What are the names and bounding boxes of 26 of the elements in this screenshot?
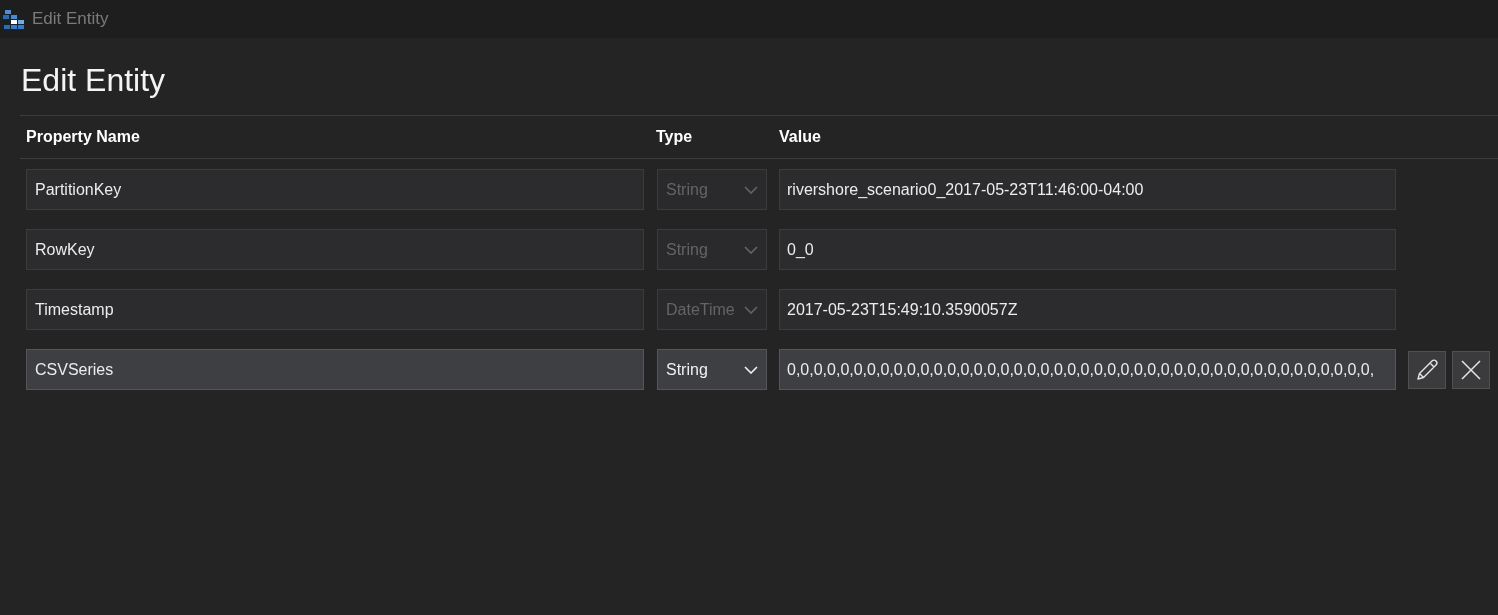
- type-dropdown: String: [657, 229, 767, 270]
- column-header: Value: [779, 128, 822, 146]
- pencil-icon: [1415, 357, 1439, 382]
- type-dropdown: DateTime: [657, 289, 767, 330]
- column-header: Type: [656, 128, 694, 146]
- type-dropdown: String: [657, 169, 767, 210]
- edit-button[interactable]: [1408, 350, 1446, 389]
- chevron-down-icon: [744, 305, 758, 314]
- blocks-icon: [3, 10, 25, 30]
- chevron-down-icon: [744, 245, 758, 254]
- property-name-field[interactable]: PartitionKey: [26, 169, 644, 210]
- chevron-down-icon: [744, 185, 758, 194]
- property-name-field[interactable]: Timestamp: [26, 289, 644, 330]
- close-icon: [1461, 359, 1481, 380]
- chevron-down-icon: [744, 365, 758, 374]
- value-field[interactable]: 0_0: [779, 229, 1396, 270]
- delete-button[interactable]: [1452, 350, 1490, 389]
- property-name-field[interactable]: CSVSeries: [26, 349, 644, 390]
- value-field[interactable]: 2017-05-23T15:49:10.3590057Z: [779, 289, 1396, 330]
- page-heading: Edit Entity: [20, 61, 167, 99]
- value-field[interactable]: rivershore_scenario0_2017-05-23T11:46:00-04:00: [779, 169, 1396, 210]
- column-header: Property Name: [26, 128, 141, 146]
- window-title: Edit Entity: [32, 9, 109, 29]
- property-name-field[interactable]: RowKey: [26, 229, 644, 270]
- type-dropdown[interactable]: String: [657, 349, 767, 390]
- value-field[interactable]: 0,0,0,0,0,0,0,0,0,0,0,0,0,0,0,0,0,0,0,0,0,0,0,0,0,0,0,0,0,0,0,0,0,0,0,0,0,0,0,0,0,0,0,0,: [779, 349, 1396, 390]
